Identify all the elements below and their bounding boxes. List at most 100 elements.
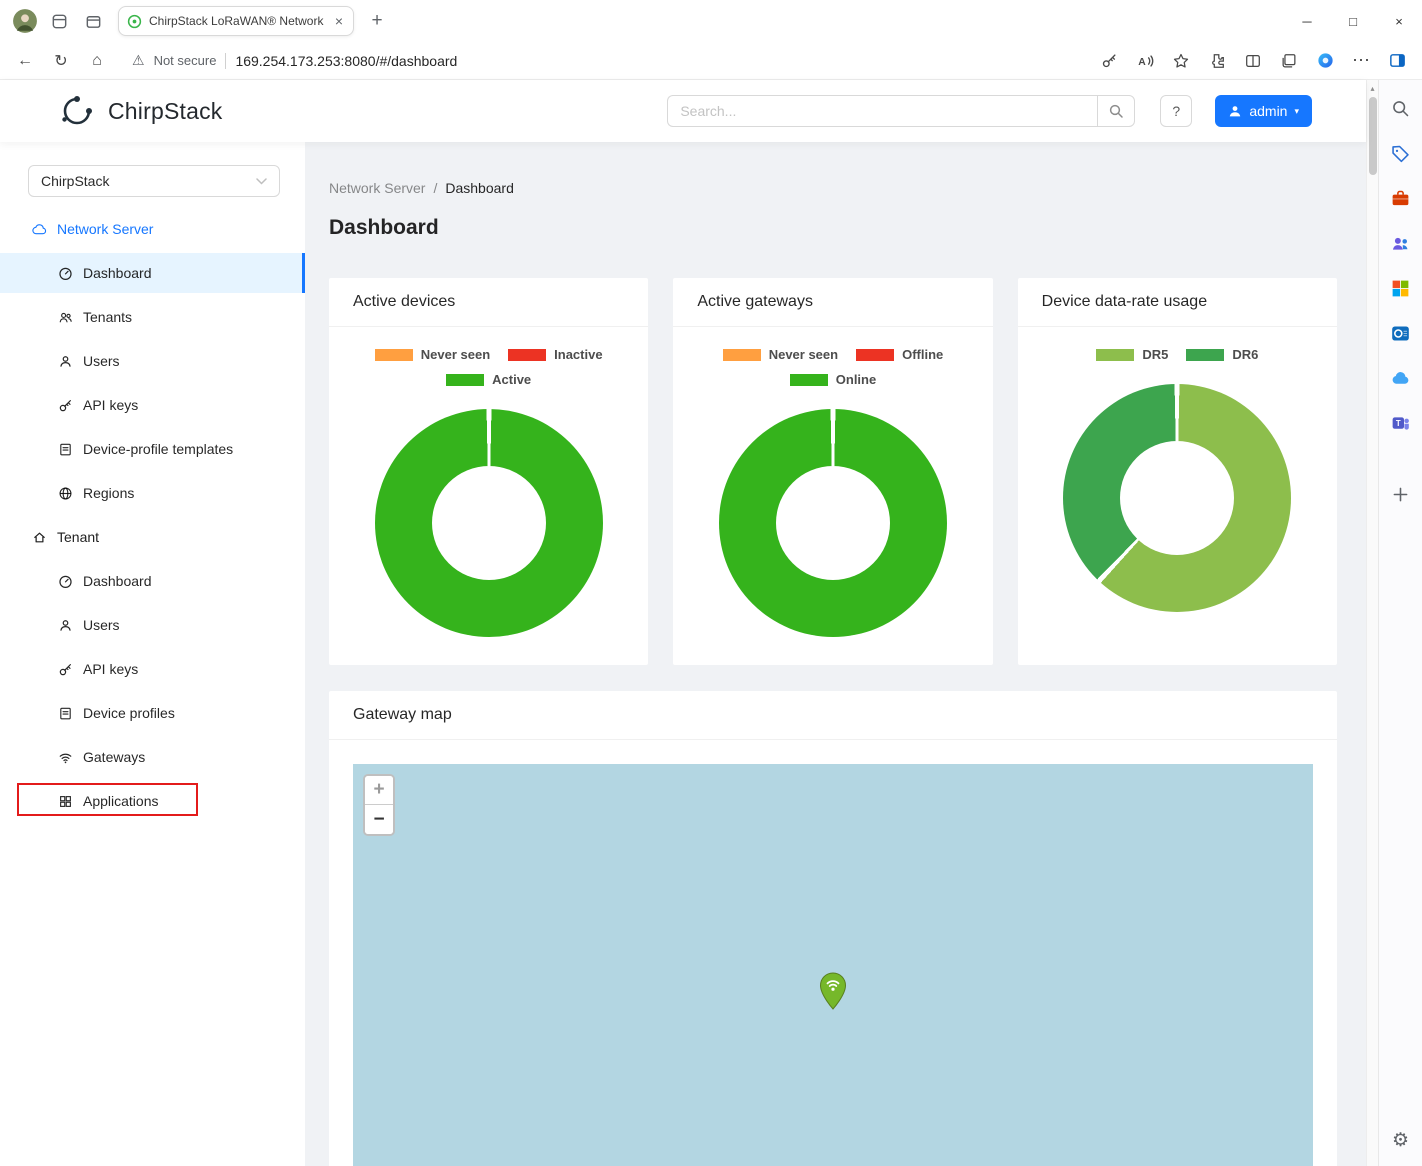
gateway-marker[interactable]: [819, 972, 847, 1010]
browser-scrollbar[interactable]: ▴: [1366, 80, 1378, 1166]
home-icon-browser[interactable]: ⌂: [80, 46, 114, 76]
edge-drop-icon[interactable]: [1387, 364, 1415, 392]
window-close-button[interactable]: ×: [1376, 0, 1422, 42]
legend-item-never-seen[interactable]: Never seen: [375, 347, 490, 362]
search-icon[interactable]: [1097, 95, 1135, 127]
help-button[interactable]: ?: [1160, 95, 1192, 127]
sidebar-section-network-server[interactable]: Network Server: [0, 209, 305, 249]
tab-close-icon[interactable]: ×: [333, 13, 345, 29]
browser-profile-avatar[interactable]: [8, 4, 42, 38]
extensions-icon[interactable]: [1200, 46, 1234, 76]
edge-settings-icon[interactable]: ⚙: [1387, 1126, 1415, 1154]
sidebar-item-users[interactable]: Users: [0, 341, 305, 381]
sidebar-item-device-profiles[interactable]: Device profiles: [0, 693, 305, 733]
collections-icon[interactable]: [1272, 46, 1306, 76]
menu-item-label: Gateways: [83, 749, 145, 765]
sidebar-item-regions[interactable]: Regions: [0, 473, 305, 513]
edge-teams-icon[interactable]: T: [1387, 409, 1415, 437]
window-minimize-button[interactable]: ─: [1284, 0, 1330, 42]
legend-swatch: [508, 349, 546, 361]
legend-swatch: [375, 349, 413, 361]
template-icon: [58, 442, 73, 457]
sidebar-item-dashboard[interactable]: Dashboard: [0, 253, 305, 293]
chirpstack-logo[interactable]: ChirpStack: [56, 93, 222, 129]
sidebar-toggle-icon[interactable]: [1380, 46, 1414, 76]
legend-swatch: [790, 374, 828, 386]
brand-text: ChirpStack: [108, 98, 222, 125]
menu-item-label: Device profiles: [83, 705, 175, 721]
legend-item-never-seen[interactable]: Never seen: [723, 347, 838, 362]
sidebar-item-tenants[interactable]: Tenants: [0, 297, 305, 337]
new-tab-button[interactable]: +: [362, 6, 392, 36]
sidebar-item-gateways[interactable]: Gateways: [0, 737, 305, 777]
split-screen-icon[interactable]: [1236, 46, 1270, 76]
refresh-icon[interactable]: ↻: [44, 46, 78, 76]
user-icon: [58, 354, 73, 369]
copilot-icon[interactable]: [1308, 46, 1342, 76]
browser-nav-bar: ← ↻ ⌂ ⚠ Not secure 169.254.173.253:8080/…: [0, 42, 1422, 80]
menu-item-label: Tenants: [83, 309, 132, 325]
chevron-down-icon: [256, 178, 267, 185]
org-select[interactable]: ChirpStack: [28, 165, 280, 197]
scrollbar-up-icon[interactable]: ▴: [1370, 80, 1374, 93]
edge-shopping-icon[interactable]: [1387, 139, 1415, 167]
sidebar-item-dashboard[interactable]: Dashboard: [0, 561, 305, 601]
user-menu-button[interactable]: admin ▾: [1215, 95, 1312, 127]
avatar-image: [12, 8, 38, 34]
url-text[interactable]: 169.254.173.253:8080/#/dashboard: [235, 53, 457, 69]
read-aloud-icon[interactable]: A: [1128, 46, 1162, 76]
apps-icon: [58, 794, 73, 809]
zoom-in-button[interactable]: +: [365, 776, 393, 805]
scrollbar-thumb[interactable]: [1369, 97, 1377, 175]
workspaces-icon[interactable]: [42, 4, 76, 38]
menu-item-label: Dashboard: [83, 573, 152, 589]
tab-actions-icon[interactable]: [76, 4, 110, 38]
edge-add-icon[interactable]: [1387, 480, 1415, 508]
legend-item-offline[interactable]: Offline: [856, 347, 943, 362]
card-title: Device data-rate usage: [1018, 278, 1337, 327]
edge-outlook-icon[interactable]: [1387, 319, 1415, 347]
card-title: Active devices: [329, 278, 648, 327]
legend-item-inactive[interactable]: Inactive: [508, 347, 602, 362]
gateway-map[interactable]: + −: [353, 764, 1313, 1166]
edge-office-icon[interactable]: [1387, 184, 1415, 212]
edge-m365-icon[interactable]: [1387, 274, 1415, 302]
sidebar-item-api-keys[interactable]: API keys: [0, 385, 305, 425]
window-maximize-button[interactable]: □: [1330, 0, 1376, 42]
wifi-icon: [58, 750, 73, 765]
sidebar-item-users[interactable]: Users: [0, 605, 305, 645]
legend-label: Never seen: [421, 347, 490, 362]
legend-label: Online: [836, 372, 876, 387]
sidebar-item-applications[interactable]: Applications: [0, 781, 305, 821]
section-label: Network Server: [57, 221, 153, 237]
dashboard-icon: [58, 266, 73, 281]
breadcrumb-parent[interactable]: Network Server: [329, 180, 425, 196]
legend-item-online[interactable]: Online: [790, 372, 876, 387]
password-key-icon[interactable]: [1092, 46, 1126, 76]
regions-icon: [58, 486, 73, 501]
zoom-out-button[interactable]: −: [365, 805, 393, 834]
svg-text:A: A: [1138, 57, 1146, 68]
card-title: Gateway map: [329, 691, 1337, 740]
legend-item-dr6[interactable]: DR6: [1186, 347, 1258, 362]
breadcrumb: Network Server / Dashboard: [329, 180, 1337, 196]
security-label[interactable]: Not secure: [154, 53, 217, 68]
search-input[interactable]: [667, 95, 1097, 127]
more-menu-icon[interactable]: ⋯: [1344, 46, 1378, 76]
sidebar-section-tenant[interactable]: Tenant: [0, 517, 305, 557]
edge-people-icon[interactable]: [1387, 229, 1415, 257]
sidebar-item-api-keys[interactable]: API keys: [0, 649, 305, 689]
favorites-star-icon[interactable]: [1164, 46, 1198, 76]
browser-tab[interactable]: ChirpStack LoRaWAN® Network ×: [118, 6, 354, 36]
back-icon[interactable]: ←: [8, 46, 42, 76]
sidebar-item-device-profile-templates[interactable]: Device-profile templates: [0, 429, 305, 469]
key-icon: [58, 398, 73, 413]
legend-item-active[interactable]: Active: [446, 372, 531, 387]
edge-search-icon[interactable]: [1387, 94, 1415, 122]
address-bar[interactable]: ⚠ Not secure 169.254.173.253:8080/#/dash…: [122, 46, 1084, 76]
legend-item-dr5[interactable]: DR5: [1096, 347, 1168, 362]
legend-label: Active: [492, 372, 531, 387]
card-title: Active gateways: [673, 278, 992, 327]
screen: ChirpStack LoRaWAN® Network × + ─ □ × ← …: [0, 0, 1422, 1166]
breadcrumb-current: Dashboard: [445, 180, 514, 196]
